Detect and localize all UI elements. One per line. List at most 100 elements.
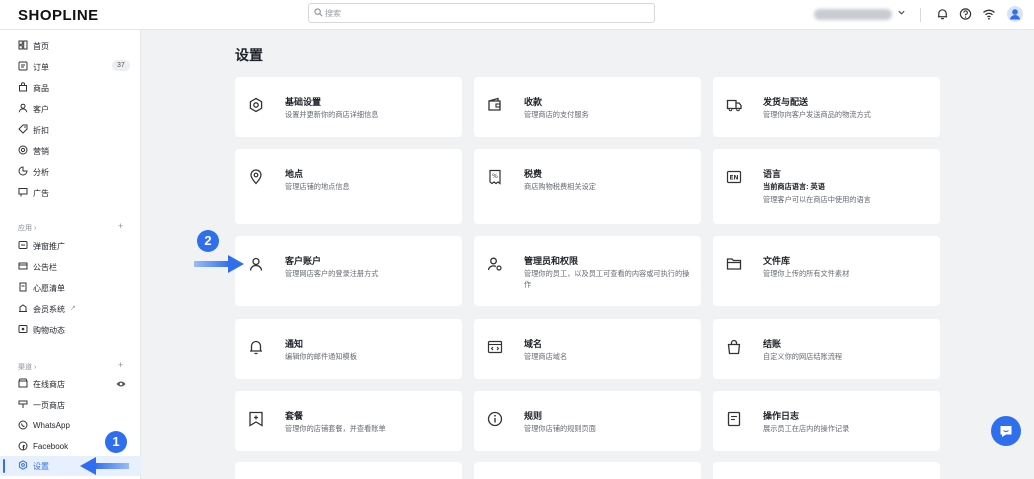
- shopping-feed-icon: [18, 325, 28, 333]
- customer-icon: [18, 103, 28, 113]
- wifi-icon[interactable]: [982, 7, 996, 21]
- sidebar-item-orders[interactable]: 订单 37: [0, 57, 141, 77]
- chat-support-button[interactable]: [991, 416, 1021, 446]
- sidebar-item-wishlist[interactable]: 心愿清单: [0, 278, 141, 298]
- sidebar-item-analytics[interactable]: 分析: [0, 162, 141, 182]
- card-activity-log[interactable]: 操作日志 展示员工在店内的操作记录: [713, 391, 940, 451]
- card-customer-accounts[interactable]: 客户账户 管理网店客户的登录注册方式: [235, 236, 462, 306]
- card-title: 规则: [524, 411, 543, 421]
- card-title: 基础设置: [285, 97, 322, 107]
- sidebar-item-home[interactable]: 首页: [0, 36, 141, 56]
- announcement-icon: [18, 262, 28, 270]
- user-icon: [249, 257, 263, 271]
- card-basic-settings[interactable]: 基础设置 设置并更新你的商店详细信息: [235, 77, 462, 137]
- card-domains[interactable]: 域名 管理商店域名: [474, 319, 701, 379]
- card-partial[interactable]: [474, 462, 701, 479]
- sidebar-item-popup-promo[interactable]: 弹窗推广: [0, 236, 141, 256]
- domain-icon: [487, 340, 503, 354]
- language-en-icon: EN: [726, 170, 742, 184]
- add-app-icon[interactable]: +: [118, 221, 123, 231]
- card-description: 管理商店的支付服务: [524, 110, 589, 119]
- card-plans[interactable]: 套餐 管理你的店铺套餐，并查看账单: [235, 391, 462, 451]
- shopline-logo[interactable]: SHOPLINE: [18, 7, 99, 24]
- step-marker-1: 1: [105, 431, 127, 453]
- svg-text:EN: EN: [729, 175, 738, 182]
- search-input[interactable]: [325, 5, 645, 21]
- card-description: 编辑你的邮件通知模板: [285, 352, 357, 361]
- search-icon: [314, 8, 323, 17]
- sidebar-item-discounts[interactable]: 折扣: [0, 120, 141, 140]
- card-partial[interactable]: [235, 462, 462, 479]
- apps-section-header[interactable]: 应用 ›: [18, 223, 36, 233]
- card-locations[interactable]: 地点 管理店铺的地点信息: [235, 149, 462, 224]
- card-title: 收款: [524, 97, 543, 107]
- current-language: 当前商店语言: 英语: [763, 182, 825, 191]
- order-count-badge: 37: [112, 60, 130, 71]
- receipt-icon: %: [489, 169, 501, 185]
- ads-icon: [18, 188, 28, 197]
- card-language[interactable]: EN 语言 当前商店语言: 英语 管理客户可以在商店中使用的语言: [713, 149, 940, 224]
- one-page-store-icon: [18, 400, 28, 408]
- wallet-icon: [488, 97, 501, 111]
- sidebar: 首页 订单 37 商品 客户 折扣 营销 分析 广告 应用 › + 弹窗推广 公…: [0, 30, 141, 479]
- external-link-icon: ↗: [70, 305, 76, 312]
- card-payments[interactable]: 收款 管理商店的支付服务: [474, 77, 701, 137]
- topbar-divider: [920, 8, 921, 22]
- active-indicator: [3, 459, 5, 473]
- search-box[interactable]: [308, 3, 655, 23]
- sidebar-item-label: WhatsApp: [33, 421, 70, 430]
- card-staff-permissions[interactable]: 管理员和权限 管理你的员工，以及员工可查看的内容或可执行的操作: [474, 236, 701, 306]
- sidebar-item-ads[interactable]: 广告: [0, 183, 141, 203]
- card-files[interactable]: 文件库 管理你上传的所有文件素材: [713, 236, 940, 306]
- card-description: 自定义你的网店结账流程: [763, 352, 843, 361]
- sidebar-item-label: 一页商店: [33, 401, 65, 410]
- online-store-icon: [18, 378, 28, 388]
- sidebar-item-products[interactable]: 商品: [0, 78, 141, 98]
- sidebar-item-label: 营销: [33, 147, 49, 156]
- eye-icon[interactable]: [116, 380, 126, 388]
- card-checkout[interactable]: 结账 自定义你的网店结账流程: [713, 319, 940, 379]
- sidebar-item-announcement[interactable]: 公告栏: [0, 257, 141, 277]
- card-title: 通知: [285, 339, 304, 349]
- card-title: 发货与配送: [763, 97, 809, 107]
- membership-icon: [19, 304, 27, 312]
- sidebar-item-label: 广告: [33, 189, 49, 198]
- user-icon: [1010, 9, 1020, 20]
- card-description: 设置并更新你的商店详细信息: [285, 110, 379, 119]
- user-avatar[interactable]: [1007, 6, 1023, 22]
- sidebar-item-online-store[interactable]: 在线商店: [0, 374, 141, 394]
- sidebar-item-membership[interactable]: 会员系统 ↗: [0, 299, 141, 319]
- top-bar: SHOPLINE: [0, 0, 1034, 30]
- order-icon: [18, 61, 28, 71]
- sidebar-item-label: 首页: [33, 42, 49, 51]
- card-title: 结账: [763, 339, 782, 349]
- shopping-bag-icon: [727, 339, 741, 355]
- arrow-right-icon: [194, 255, 244, 273]
- facebook-icon: [18, 441, 28, 451]
- home-icon: [18, 40, 28, 50]
- card-policies[interactable]: 规则 管理你店铺的规则页面: [474, 391, 701, 451]
- sidebar-item-shopping-feed[interactable]: 购物动态: [0, 320, 141, 340]
- card-description: 管理客户可以在商店中使用的语言: [763, 195, 871, 204]
- card-shipping[interactable]: 发货与配送 管理你向客户发送商品的物流方式: [713, 77, 940, 137]
- sidebar-item-one-page-store[interactable]: 一页商店: [0, 395, 141, 415]
- card-notifications[interactable]: 通知 编辑你的邮件通知模板: [235, 319, 462, 379]
- card-taxes[interactable]: % 税费 商店购物税费相关设定: [474, 149, 701, 224]
- card-description: 管理你的员工，以及员工可查看的内容或可执行的操作: [524, 269, 690, 289]
- card-partial[interactable]: [713, 462, 940, 479]
- sidebar-item-label: 客户: [33, 105, 49, 114]
- step-marker-2: 2: [197, 230, 219, 252]
- bell-icon[interactable]: [936, 7, 949, 21]
- help-icon[interactable]: [959, 7, 972, 21]
- store-name-blurred[interactable]: [814, 9, 892, 20]
- add-channel-icon[interactable]: +: [118, 360, 123, 370]
- sidebar-item-marketing[interactable]: 营销: [0, 141, 141, 161]
- sidebar-item-label: 公告栏: [33, 263, 57, 272]
- chevron-down-icon[interactable]: [897, 8, 906, 17]
- channels-section-header[interactable]: 渠道 ›: [18, 362, 36, 372]
- folder-icon: [726, 258, 742, 270]
- sidebar-item-label: 设置: [33, 462, 49, 471]
- sidebar-item-customers[interactable]: 客户: [0, 99, 141, 119]
- card-title: 域名: [524, 339, 543, 349]
- card-description: 管理你向客户发送商品的物流方式: [763, 110, 871, 119]
